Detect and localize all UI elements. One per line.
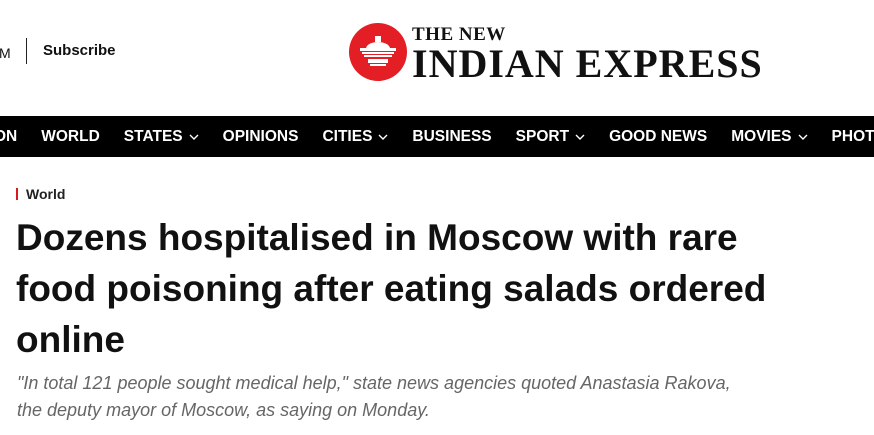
nav-item-world[interactable]: WORLD (41, 128, 100, 146)
top-bar: M Subscribe THE NEW INDIAN EXPRESS (0, 0, 874, 116)
nav-item-label: MOVIES (731, 127, 792, 145)
nav-item-label: OPINIONS (222, 127, 299, 145)
nav-item-good-news[interactable]: GOOD NEWS (609, 128, 707, 146)
nav-item-states[interactable]: STATES (124, 128, 199, 146)
article-headline: Dozens hospitalised in Moscow with rare … (16, 217, 767, 360)
nav-item-label: SPORT (515, 127, 570, 145)
nav-item-label: BUSINESS (412, 127, 492, 145)
nav-item-sport[interactable]: SPORT (516, 128, 585, 146)
nav-list: ON WORLD STATES OPINIONS CITIES BUSINESS SPORT… (0, 116, 874, 157)
nav-item-label: CITIES (322, 127, 373, 145)
chevron-down-icon (575, 134, 585, 140)
chevron-down-icon (189, 134, 199, 140)
nav-item-movies[interactable]: MOVIES (731, 127, 808, 146)
nav-item-opinions[interactable]: OPINIONS (223, 128, 299, 146)
nav-item-label: STATES (123, 127, 183, 145)
logo-emblem-icon (349, 23, 407, 81)
logo-text-line2: INDIAN EXPRESS (412, 41, 763, 86)
article-standfirst: "In total 121 people sought medical help… (17, 373, 731, 420)
site-logo[interactable]: THE NEW INDIAN EXPRESS (348, 22, 828, 88)
nav-item-cities[interactable]: CITIES (322, 128, 388, 146)
nav-item-on[interactable]: ON (0, 128, 17, 146)
topbar-divider (26, 38, 27, 64)
section-tag[interactable]: World (16, 186, 65, 202)
nav-item-label: GOOD NEWS (609, 127, 708, 145)
nav-item-business[interactable]: BUSINESS (412, 128, 491, 146)
nav-item-label: ON (0, 127, 18, 145)
section-label[interactable]: World (26, 186, 65, 202)
nav-item-label: WORLD (41, 127, 100, 145)
edition-link-fragment[interactable]: M (0, 45, 11, 61)
section-accent-bar (16, 188, 18, 200)
nav-item-photos[interactable]: PHOTOS (832, 128, 874, 146)
chevron-down-icon (378, 134, 388, 140)
main-nav: ON WORLD STATES OPINIONS CITIES BUSINESS SPORT… (0, 116, 874, 157)
nav-item-label: PHOTOS (831, 127, 874, 145)
chevron-down-icon (798, 134, 808, 140)
subscribe-link[interactable]: Subscribe (43, 42, 116, 59)
